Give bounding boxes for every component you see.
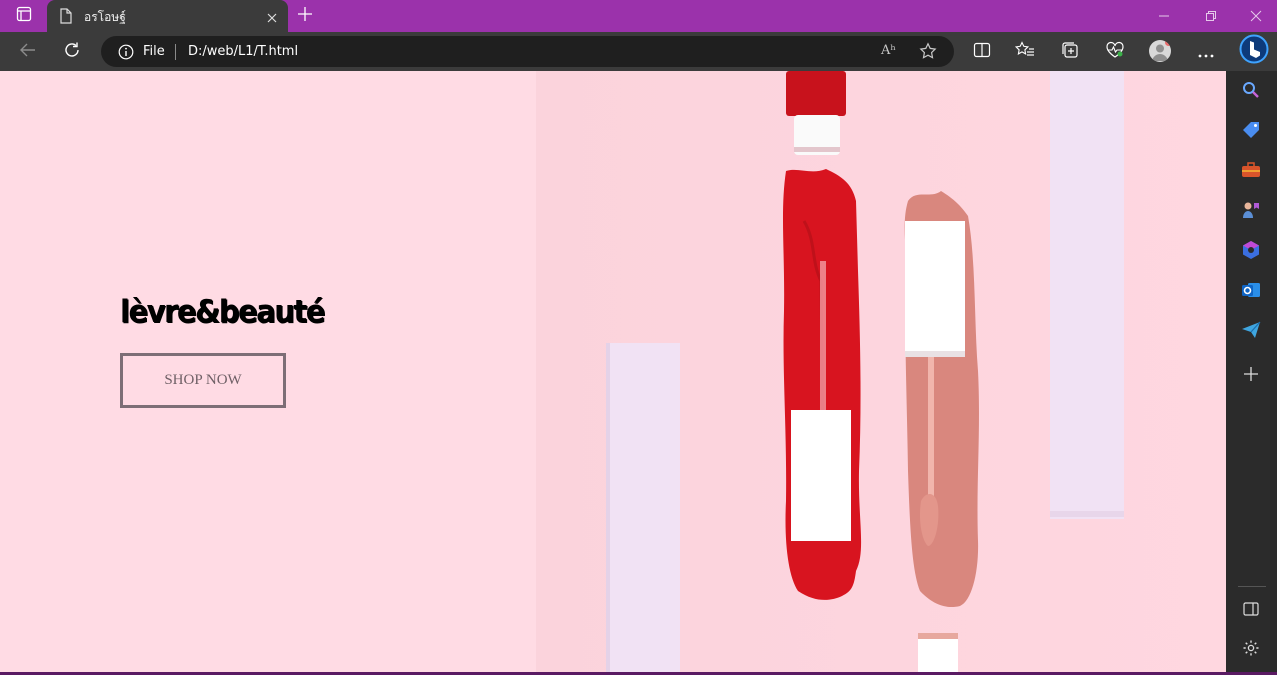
edge-sidebar xyxy=(1226,71,1277,675)
tab-actions-button[interactable] xyxy=(8,4,40,28)
shop-now-button[interactable]: SHOP NOW xyxy=(120,353,286,408)
url-text[interactable]: D:/web/L1/T.html xyxy=(188,44,298,59)
favorite-star-icon[interactable] xyxy=(919,42,937,64)
restore-button[interactable] xyxy=(1188,0,1234,32)
info-icon[interactable] xyxy=(118,44,134,64)
document-icon xyxy=(59,8,73,28)
collections-icon xyxy=(1060,41,1080,63)
games-icon xyxy=(1241,200,1261,224)
plus-icon xyxy=(297,6,313,26)
read-aloud-icon[interactable]: Aʰ xyxy=(881,43,896,58)
copilot-button[interactable] xyxy=(1239,34,1269,68)
sidebar-office-button[interactable] xyxy=(1240,241,1262,263)
back-button[interactable] xyxy=(14,38,42,66)
sidebar-tools-button[interactable] xyxy=(1240,161,1262,183)
page-viewport: lèvre&beauté SHOP NOW xyxy=(0,71,1226,675)
minimize-icon xyxy=(1158,7,1170,26)
refresh-button[interactable] xyxy=(58,38,86,66)
sidebar-shopping-button[interactable] xyxy=(1240,121,1262,143)
split-screen-icon xyxy=(973,42,991,62)
tab-close-icon[interactable] xyxy=(266,9,278,28)
sidebar-toggle-icon xyxy=(1243,601,1259,620)
bing-icon xyxy=(1239,34,1269,68)
search-icon xyxy=(1242,81,1260,103)
address-separator xyxy=(175,44,176,60)
browser-toolbar: File D:/web/L1/T.html Aʰ xyxy=(0,32,1277,71)
tab-title: อรโอษฐ์ xyxy=(84,10,126,24)
lipstick-hero-image xyxy=(536,71,1226,675)
settings-icon xyxy=(1242,639,1260,661)
settings-more-button[interactable] xyxy=(1194,40,1218,64)
brand-title: lèvre&beauté xyxy=(120,292,325,330)
minimize-button[interactable] xyxy=(1141,0,1187,32)
sidebar-settings-button[interactable] xyxy=(1240,639,1262,661)
sidebar-divider xyxy=(1238,586,1266,587)
sidebar-send-button[interactable] xyxy=(1240,321,1262,343)
sidebar-hide-button[interactable] xyxy=(1240,599,1262,621)
collections-button[interactable] xyxy=(1058,40,1082,64)
outlook-icon xyxy=(1241,280,1261,304)
title-bar: อรโอษฐ์ xyxy=(0,0,1277,32)
more-dots-icon xyxy=(1198,43,1214,62)
restore-icon xyxy=(1205,7,1217,26)
close-window-button[interactable] xyxy=(1233,0,1277,32)
sidebar-outlook-button[interactable] xyxy=(1240,281,1262,303)
sidebar-add-button[interactable] xyxy=(1240,364,1262,386)
heart-pulse-icon xyxy=(1105,41,1125,63)
refresh-icon xyxy=(63,41,81,63)
sidebar-search-button[interactable] xyxy=(1240,81,1262,103)
split-screen-button[interactable] xyxy=(970,40,994,64)
scheme-label: File xyxy=(143,44,165,59)
add-icon xyxy=(1244,366,1258,385)
new-tab-button[interactable] xyxy=(294,5,316,27)
notification-dot xyxy=(1165,40,1171,46)
favorites-button[interactable] xyxy=(1013,40,1037,64)
profile-avatar[interactable] xyxy=(1149,40,1171,62)
close-icon xyxy=(1250,7,1262,26)
address-bar[interactable]: File D:/web/L1/T.html Aʰ xyxy=(101,36,954,67)
favorites-list-icon xyxy=(1014,41,1035,63)
send-icon xyxy=(1241,321,1261,343)
browser-tab-active[interactable]: อรโอษฐ์ xyxy=(47,0,288,32)
sidebar-games-button[interactable] xyxy=(1240,201,1262,223)
browser-essentials-button[interactable] xyxy=(1103,40,1127,64)
office-icon xyxy=(1241,240,1261,264)
tab-actions-icon xyxy=(16,6,32,26)
shopping-tag-icon xyxy=(1241,121,1261,143)
tools-icon xyxy=(1241,161,1261,183)
arrow-left-icon xyxy=(19,41,37,63)
